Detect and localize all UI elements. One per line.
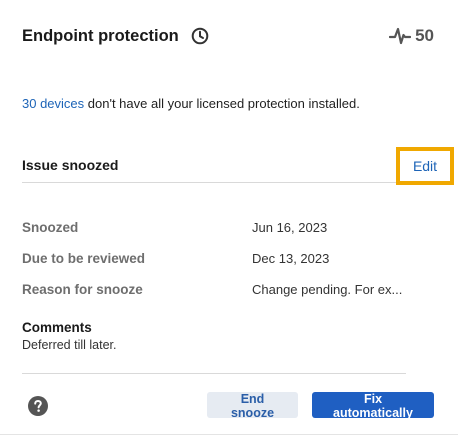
issue-snoozed-row: Issue snoozed Edit — [22, 147, 454, 185]
fix-automatically-button[interactable]: Fix automatically — [312, 392, 434, 420]
snooze-details: Snoozed Jun 16, 2023 Due to be reviewed … — [22, 212, 422, 305]
detail-label: Snoozed — [22, 220, 79, 235]
detail-label: Reason for snooze — [22, 282, 143, 297]
detail-label: Due to be reviewed — [22, 251, 146, 266]
comments-title: Comments — [22, 320, 92, 335]
score-value: 50 — [415, 26, 434, 45]
devices-link[interactable]: 30 devices — [22, 96, 84, 111]
notice-text: don't have all your licensed protection … — [84, 96, 360, 111]
detail-value: Change pending. For ex... — [252, 282, 403, 297]
clock-icon — [191, 27, 209, 45]
card-title: Endpoint protection — [22, 26, 179, 45]
protection-notice: 30 devices don't have all your licensed … — [22, 96, 360, 111]
detail-row: Due to be reviewed Dec 13, 2023 — [22, 243, 422, 274]
edit-link[interactable]: Edit — [413, 158, 437, 174]
edit-highlight: Edit — [396, 147, 454, 185]
detail-row: Snoozed Jun 16, 2023 — [22, 212, 422, 243]
detail-value: Dec 13, 2023 — [252, 251, 330, 266]
footer-divider — [22, 373, 406, 374]
health-score: 50 — [388, 26, 434, 46]
card-header: Endpoint protection 50 — [22, 22, 434, 50]
detail-row: Reason for snooze Change pending. For ex… — [22, 274, 422, 305]
section-title: Issue snoozed — [22, 157, 119, 173]
pulse-icon — [388, 26, 412, 46]
help-icon[interactable] — [28, 396, 48, 416]
end-snooze-button[interactable]: End snooze — [207, 392, 298, 420]
comments-text: Deferred till later. — [22, 338, 117, 352]
detail-value: Jun 16, 2023 — [252, 220, 328, 235]
comments-section: Comments Deferred till later. — [22, 320, 116, 352]
endpoint-protection-card: Endpoint protection 50 30 devices don't … — [0, 0, 458, 435]
